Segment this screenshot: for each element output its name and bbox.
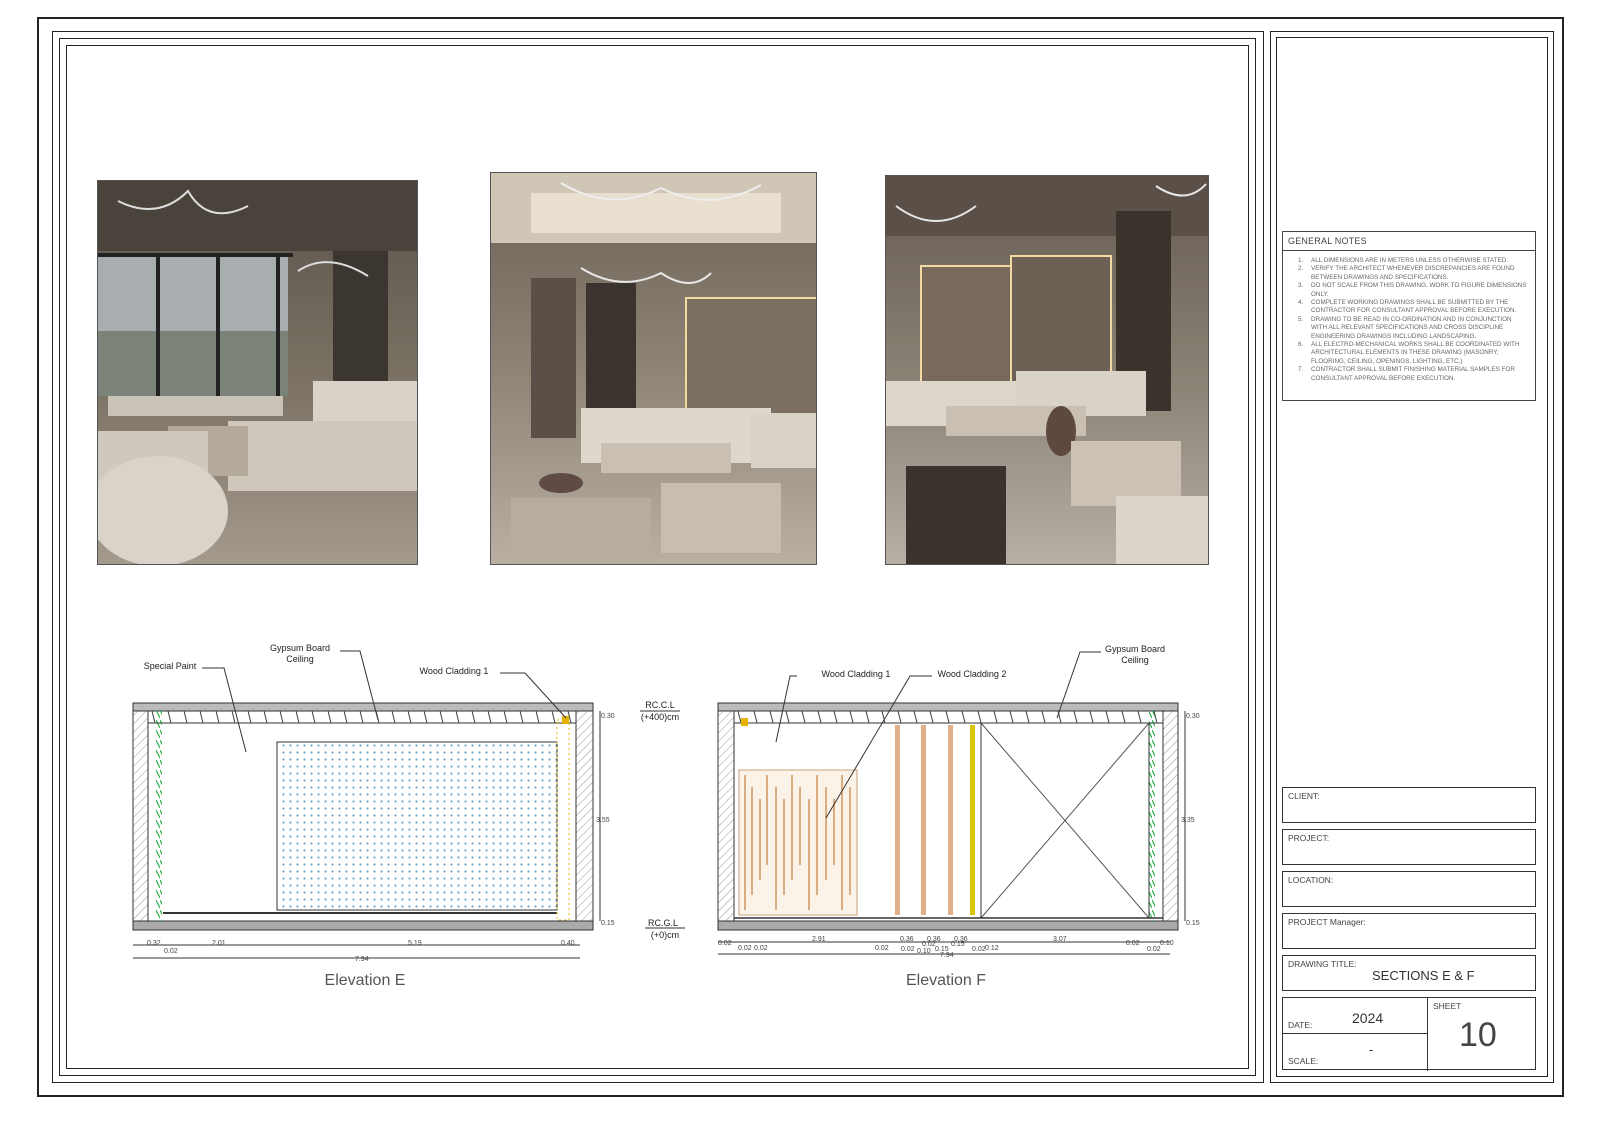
gypsum-label-e-1: Gypsum Board (270, 643, 330, 653)
ceiling-hanger (1025, 710, 1030, 724)
wood-cladding-1-label-f: Wood Cladding 1 (822, 669, 891, 679)
dim-f-b: 0.02 (738, 945, 752, 952)
elevation-e (132, 650, 601, 959)
ceiling-hanger (247, 710, 252, 724)
wood-cladding-1-label-e: Wood Cladding 1 (420, 666, 489, 676)
ceiling-hanger (519, 710, 524, 724)
rccl-value: (+400)cm (641, 712, 679, 722)
ceiling-hanger (1073, 710, 1078, 724)
ceiling-hanger (1121, 710, 1126, 724)
elevation-e-title: Elevation E (325, 972, 406, 989)
ceiling-hanger (551, 710, 556, 724)
dim-e-top: 0.30 (601, 713, 615, 720)
ceiling-hanger (311, 710, 316, 724)
ceiling-hanger (1105, 710, 1110, 724)
ceiling-hanger (183, 710, 188, 724)
dim-f-e: 0.02 (875, 945, 889, 952)
dim-f-f: 0.36 (900, 936, 914, 943)
ceiling-hanger (785, 710, 790, 724)
wood-cladding-2-label-f: Wood Cladding 2 (938, 669, 1007, 679)
dim-f-p: 0.02 (1147, 946, 1161, 953)
gypsum-label-f-1: Gypsum Board (1105, 644, 1165, 654)
ceiling-hanger (737, 710, 742, 724)
dim-f-height: 3.35 (1181, 817, 1195, 824)
dim-f-o: 0.10 (1160, 940, 1174, 947)
elevation-f-title: Elevation F (906, 972, 986, 989)
dim-f-l: 0.12 (985, 945, 999, 952)
dim-f-top: 0.30 (1186, 713, 1200, 720)
ceiling-hanger (833, 710, 838, 724)
ceiling-hanger (945, 710, 950, 724)
elevation-f (717, 651, 1186, 955)
ceiling-hanger (215, 710, 220, 724)
dim-e-4: 0.40 (561, 940, 575, 947)
ceiling-hanger (993, 710, 998, 724)
ceiling-hanger (263, 710, 268, 724)
ceiling-hanger (327, 710, 332, 724)
dim-f-r: 0.15 (951, 941, 965, 948)
ceiling-hanger (471, 710, 476, 724)
ceiling-hanger (849, 710, 854, 724)
dim-f-g: 0.02 (901, 946, 915, 953)
ceiling-hanger (167, 710, 172, 724)
dim-e-height: 3.55 (596, 817, 610, 824)
ceiling-hanger (801, 710, 806, 724)
ceiling-hanger (423, 710, 428, 724)
ceiling-hanger (897, 710, 902, 724)
ceiling-hanger (961, 710, 966, 724)
dim-f-m: 3.07 (1053, 936, 1067, 943)
ceiling-hanger (487, 710, 492, 724)
dim-e-5: 0.02 (164, 948, 178, 955)
ceiling-hanger (151, 710, 156, 724)
gypsum-label-f-2: Ceiling (1121, 655, 1149, 665)
ceiling-hanger (295, 710, 300, 724)
gypsum-label-e-2: Ceiling (286, 654, 314, 664)
dim-e-total: 7.94 (355, 956, 369, 963)
ceiling-hanger (231, 710, 236, 724)
ceiling-hanger (455, 710, 460, 724)
ceiling-hanger (439, 710, 444, 724)
ceiling-hanger (817, 710, 822, 724)
ceiling-hanger (407, 710, 412, 724)
ceiling-hanger (1041, 710, 1046, 724)
dim-f-i: 0.10 (917, 948, 931, 955)
ceiling-hanger (1089, 710, 1094, 724)
ceiling-hanger (977, 710, 982, 724)
rccl-label: RC.C.L (645, 700, 675, 710)
ceiling-hanger (391, 710, 396, 724)
ceiling-hanger (769, 710, 774, 724)
dim-f-k: 0.02 (922, 941, 936, 948)
dim-f-c: 0.02 (754, 945, 768, 952)
ceiling-hanger (279, 710, 284, 724)
rcgl-value: (+0)cm (651, 930, 679, 940)
dim-f-d: 2.91 (812, 936, 826, 943)
ceiling-hanger (343, 710, 348, 724)
dim-f-n: 0.02 (1126, 940, 1140, 947)
ceiling-hanger (1009, 710, 1014, 724)
ceiling-hanger (359, 710, 364, 724)
ceiling-hanger (535, 710, 540, 724)
ceiling-hanger (1137, 710, 1142, 724)
dim-f-bottom: 0.15 (1186, 920, 1200, 927)
dim-e-3: 5.19 (408, 940, 422, 947)
dim-f-s: 0.02 (972, 946, 986, 953)
ceiling-hanger (865, 710, 870, 724)
special-paint-label: Special Paint (144, 661, 197, 671)
dim-e-bottom: 0.15 (601, 920, 615, 927)
dim-f-total: 7.94 (940, 952, 954, 959)
dim-f-a: 0.02 (718, 940, 732, 947)
ceiling-hanger (929, 710, 934, 724)
ceiling-hanger (503, 710, 508, 724)
ceiling-hanger (199, 710, 204, 724)
dim-e-2: 2.01 (212, 940, 226, 947)
rcgl-label: RC.G.L (648, 918, 678, 928)
ceiling-hanger (753, 710, 758, 724)
ceiling-hanger (913, 710, 918, 724)
dim-e-1: 0.32 (147, 940, 161, 947)
elevation-drawings: Gypsum Board Ceiling Special Paint Wood … (132, 643, 1200, 989)
